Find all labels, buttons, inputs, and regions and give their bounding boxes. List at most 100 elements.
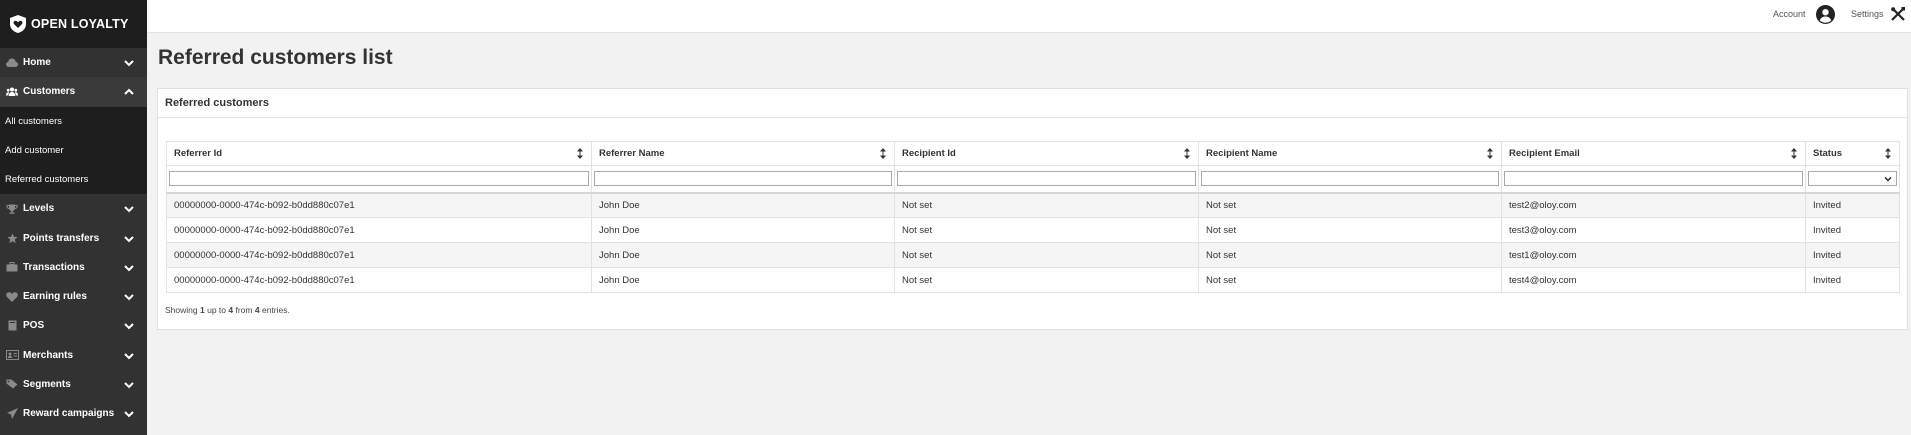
cell-status: Invited: [1805, 192, 1900, 218]
table-row[interactable]: 00000000-0000-474c-b092-b0dd880c07e1 John…: [166, 242, 1900, 268]
column-header-recipient-name[interactable]: Recipient Name: [1198, 141, 1502, 166]
sidebar-item-segments[interactable]: Segments: [0, 370, 147, 399]
cell-recipient-name: Not set: [1198, 192, 1502, 218]
column-header-label: Recipient Email: [1509, 148, 1580, 159]
column-header-label: Status: [1813, 148, 1843, 159]
sidebar-item-levels[interactable]: Levels: [0, 194, 147, 223]
sidebar-item-customers[interactable]: Customers: [0, 77, 147, 107]
sidebar-item-home[interactable]: Home: [0, 48, 147, 77]
chevron-down-icon: [123, 408, 135, 420]
filter-referrer-name-input[interactable]: [594, 171, 892, 187]
column-header-status[interactable]: Status: [1805, 141, 1900, 166]
cell-recipient-email: test3@oloy.com: [1501, 217, 1806, 243]
id-card-icon: [5, 349, 19, 361]
logo[interactable]: OPEN LOYALTY: [0, 0, 147, 48]
chevron-down-icon: [123, 350, 135, 362]
sidebar-item-label: Transactions: [23, 261, 85, 273]
filter-cell: [166, 165, 592, 194]
table-row[interactable]: 00000000-0000-474c-b092-b0dd880c07e1 John…: [166, 217, 1900, 243]
cell-referrer-name: John Doe: [591, 217, 895, 243]
wrench-screwdriver-icon[interactable]: [1891, 7, 1905, 21]
book-icon: [5, 320, 19, 332]
sort-icon: [1184, 148, 1190, 159]
page-title: Referred customers list: [158, 46, 393, 69]
account-link[interactable]: Account: [1773, 9, 1806, 19]
settings-link[interactable]: Settings: [1851, 9, 1884, 19]
table-row[interactable]: 00000000-0000-474c-b092-b0dd880c07e1 John…: [166, 192, 1900, 218]
sidebar-item-label: Home: [23, 57, 51, 69]
heart-icon: [5, 291, 19, 303]
table-header-row: Referrer Id Referrer Name Recipient Id R…: [166, 141, 1900, 166]
sidebar-item-label: Reward campaigns: [23, 408, 115, 420]
sidebar-item-earning-rules[interactable]: Earning rules: [0, 282, 147, 311]
sidebar-item-label: Points transfers: [23, 232, 100, 244]
column-header-label: Referrer Name: [599, 148, 665, 159]
table-row[interactable]: 00000000-0000-474c-b092-b0dd880c07e1 John…: [166, 267, 1900, 293]
cell-referrer-name: John Doe: [591, 242, 895, 268]
star-icon: [5, 232, 19, 244]
sidebar-subitem-all-customers[interactable]: All customers: [0, 107, 147, 136]
cell-recipient-name: Not set: [1198, 267, 1502, 293]
info-total: 4: [254, 305, 260, 315]
cell-recipient-email: test2@oloy.com: [1501, 192, 1806, 218]
sort-icon: [1487, 148, 1493, 159]
sidebar-item-label: Levels: [23, 203, 55, 215]
cloud-icon: [5, 57, 19, 69]
cell-referrer-id: 00000000-0000-474c-b092-b0dd880c07e1: [166, 242, 592, 268]
shield-heart-icon: [10, 15, 26, 33]
sidebar-subitem-referred-customers[interactable]: Referred customers: [0, 165, 147, 194]
sidebar-item-label: POS: [23, 320, 45, 332]
customers-submenu: All customers Add customer Referred cust…: [0, 106, 147, 195]
sidebar-item-points-transfers[interactable]: Points transfers: [0, 224, 147, 253]
cell-recipient-id: Not set: [894, 242, 1199, 268]
chevron-down-icon: [123, 203, 135, 215]
paper-plane-icon: [5, 408, 19, 420]
sidebar-item-merchants[interactable]: Merchants: [0, 341, 147, 370]
cell-referrer-id: 00000000-0000-474c-b092-b0dd880c07e1: [166, 267, 592, 293]
chevron-down-icon: [1884, 177, 1892, 182]
info-text: up to: [207, 305, 226, 315]
column-header-recipient-email[interactable]: Recipient Email: [1501, 141, 1806, 166]
filter-status-select[interactable]: [1808, 171, 1897, 187]
sidebar-item-transactions[interactable]: Transactions: [0, 253, 147, 282]
sidebar-item-label: Segments: [23, 378, 71, 390]
cell-status: Invited: [1805, 242, 1900, 268]
filter-cell: [1198, 165, 1502, 194]
cell-recipient-name: Not set: [1198, 217, 1502, 243]
user-avatar-icon[interactable]: [1816, 5, 1835, 24]
cell-recipient-email: test1@oloy.com: [1501, 242, 1806, 268]
column-header-label: Recipient Id: [902, 148, 956, 159]
tag-icon: [5, 378, 19, 390]
chevron-up-icon: [123, 86, 135, 98]
column-header-referrer-id[interactable]: Referrer Id: [166, 141, 592, 166]
filter-recipient-id-input[interactable]: [897, 171, 1196, 187]
cell-referrer-name: John Doe: [591, 267, 895, 293]
sidebar-item-label: Merchants: [23, 349, 74, 361]
filter-referrer-id-input[interactable]: [169, 171, 589, 187]
sort-icon: [880, 148, 886, 159]
column-header-recipient-id[interactable]: Recipient Id: [894, 141, 1199, 166]
chevron-down-icon: [123, 262, 135, 274]
sidebar-subitem-add-customer[interactable]: Add customer: [0, 136, 147, 165]
cell-referrer-id: 00000000-0000-474c-b092-b0dd880c07e1: [166, 192, 592, 218]
cell-recipient-email: test4@oloy.com: [1501, 267, 1806, 293]
info-text: entries.: [261, 305, 290, 315]
column-header-label: Referrer Id: [174, 148, 223, 159]
cell-recipient-id: Not set: [894, 192, 1199, 218]
filter-recipient-name-input[interactable]: [1201, 171, 1499, 187]
filter-cell: [894, 165, 1199, 194]
sidebar-item-reward-campaigns[interactable]: Reward campaigns: [0, 399, 147, 428]
logo-text: OPEN LOYALTY: [31, 17, 129, 31]
table-body: 00000000-0000-474c-b092-b0dd880c07e1 John…: [166, 192, 1900, 293]
column-header-referrer-name[interactable]: Referrer Name: [591, 141, 895, 166]
filter-cell: [1501, 165, 1806, 194]
panel-title: Referred customers: [158, 89, 1907, 118]
sort-icon: [1791, 148, 1797, 159]
filter-recipient-email-input[interactable]: [1504, 171, 1803, 187]
info-text: from: [235, 305, 253, 315]
topbar: [147, 0, 1911, 33]
sidebar-nav: Home Customers: [0, 48, 147, 107]
cell-status: Invited: [1805, 267, 1900, 293]
filter-cell: [1805, 165, 1900, 194]
sidebar-item-pos[interactable]: POS: [0, 311, 147, 340]
